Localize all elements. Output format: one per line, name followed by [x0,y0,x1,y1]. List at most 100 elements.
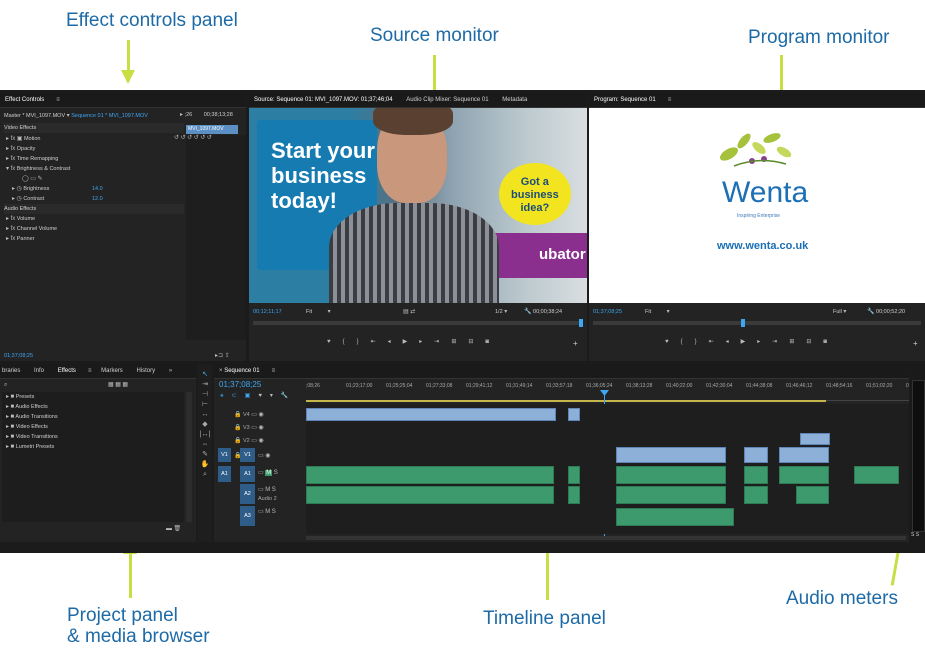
marker-icon[interactable]: ♥ [665,337,681,347]
expand-icon[interactable]: ▸ [6,144,9,154]
tab-effect-controls[interactable]: Effect Controls [5,93,44,107]
stopwatch-icon[interactable]: ◷ [17,184,22,194]
extract-icon[interactable]: ⊟ [806,337,823,347]
search-icon[interactable]: ⌕ [4,380,7,390]
track-select-icon[interactable]: ⇥ [198,380,212,390]
camera-icon[interactable]: ◙ [485,337,501,347]
program-timecode[interactable]: 01;37;08;25 [593,307,622,317]
track-a3-target[interactable]: A3 [240,506,255,526]
close-icon[interactable]: × [219,364,223,378]
marker-icon[interactable]: ♥ [258,391,270,401]
source-patch-a1[interactable]: A1 [218,466,231,482]
overwrite-icon[interactable]: ⊟ [468,337,485,347]
audio-clip[interactable] [568,466,580,484]
ec-timecode[interactable]: 01;37;08;25 [4,351,33,361]
track-v1-target[interactable]: V1 [240,448,255,462]
work-area-bar[interactable] [306,400,826,402]
step-forward-icon[interactable]: ▸ [419,337,434,347]
lock-icon[interactable]: 🔒 [234,411,241,418]
solo-icon[interactable]: S [272,487,276,493]
audio-clip[interactable] [616,486,726,504]
mute-icon[interactable]: M [265,509,270,515]
toggle-output-icon[interactable]: ▭ [258,508,264,515]
selection-tool-icon[interactable]: ↖ [198,370,212,380]
toggle-output-icon[interactable]: ▭ [258,452,264,459]
mark-out-icon[interactable]: } [357,337,371,347]
source-fit[interactable]: Fit ▾ [306,307,331,317]
toggle-output-icon[interactable]: ▭ [251,411,257,418]
razor-icon[interactable]: ◆ [198,420,212,430]
source-playhead[interactable] [579,319,583,327]
tab-history[interactable]: History [136,364,155,378]
sequence-label[interactable]: Sequence 01 * MVI_1097.MOV [71,113,148,119]
fx-icon[interactable]: fx [11,164,16,174]
overflow-icon[interactable]: » [169,364,172,378]
program-add-button[interactable]: + [913,339,918,349]
track-a1-target[interactable]: A1 [240,466,255,482]
audio-drag-icon[interactable]: ⇄ [410,307,415,317]
linked-icon[interactable]: ▣ [245,391,259,401]
expand-icon[interactable]: ▸ [6,234,9,244]
slip-icon[interactable]: |↔| [198,430,212,440]
ellipse-mask-icon[interactable]: ◯ [22,174,29,184]
menu-icon[interactable]: ≡ [668,93,672,107]
pen-mask-icon[interactable]: ✎ [37,174,42,184]
step-back-icon[interactable]: ◂ [388,337,403,347]
source-scrub-bar[interactable] [253,321,583,325]
reset-icon[interactable]: ↺ [200,133,205,143]
audio-clip[interactable] [796,486,829,504]
fx-icon[interactable]: fx [11,214,16,224]
play-only-icon[interactable]: ▸⊐ [215,351,223,361]
collapse-icon[interactable]: ▾ [6,164,9,174]
lift-icon[interactable]: ⊞ [789,337,806,347]
timeline-timecode[interactable]: 01;37;08;25 [219,379,261,391]
expand-icon[interactable]: ▸ [6,214,9,224]
yuv-icon[interactable]: ▦ [122,380,128,390]
effect-opacity[interactable]: ▸ fx Opacity [6,144,35,154]
audio-clip[interactable] [779,466,829,484]
program-resolution[interactable]: Full ▾ [833,307,846,317]
mark-out-icon[interactable]: } [695,337,709,347]
source-add-button[interactable]: + [573,339,578,349]
pen-icon[interactable]: ✎ [198,450,212,460]
brightness-value[interactable]: 14.0 [92,184,103,194]
tab-source[interactable]: Source: Sequence 01: MVI_1097.MOV: 01;37… [254,93,393,107]
go-to-in-icon[interactable]: ⇤ [371,337,388,347]
play-icon[interactable]: ▶ [741,337,758,347]
video-clip[interactable] [306,408,556,421]
list-item[interactable]: ▸ ■ Video Effects [6,422,48,432]
export-icon[interactable]: ⇪ [225,351,230,361]
solo-icon[interactable]: S [274,470,278,476]
video-clip[interactable] [779,447,829,463]
list-item[interactable]: ▸ ■ Audio Transitions [6,412,58,422]
tab-info[interactable]: Info [34,364,44,378]
stopwatch-icon[interactable]: ◷ [17,194,22,204]
wrench-icon[interactable]: 🔧 [867,307,874,317]
audio-clip[interactable] [568,486,580,504]
program-fit[interactable]: Fit ▾ [645,307,670,317]
lock-icon[interactable]: 🔒 [234,452,241,459]
insert-icon[interactable]: ⊞ [451,337,468,347]
source-resolution[interactable]: 1/2 ▾ [495,307,507,317]
expand-icon[interactable]: ▸ [6,154,9,164]
menu-icon[interactable]: ≡ [272,364,276,378]
expand-icon[interactable]: ▸ [6,224,9,234]
eye-icon[interactable]: ◉ [258,411,263,418]
tab-sequence[interactable]: Sequence 01 [224,364,259,378]
timeline-scrollbar[interactable] [306,536,906,540]
eye-icon[interactable]: ◉ [258,437,263,444]
source-timecode[interactable]: 00;12;11;17 [253,307,282,317]
track-area[interactable] [306,404,909,534]
fx-icon[interactable]: fx [11,134,16,144]
list-item[interactable]: ▸ ■ Presets [6,392,34,402]
toggle-output-icon[interactable]: ▭ [251,437,257,444]
audio-clip[interactable] [616,508,734,526]
fx-icon[interactable]: fx [11,224,16,234]
audio-clip[interactable] [744,486,768,504]
reset-icon[interactable]: ↺ [181,133,186,143]
eye-icon[interactable]: ◉ [265,452,270,459]
mute-icon[interactable]: M [265,470,273,476]
mark-in-icon[interactable]: { [681,337,695,347]
toggle-output-icon[interactable]: ▭ [258,469,264,476]
dropdown-icon[interactable]: ▾ [67,111,70,121]
